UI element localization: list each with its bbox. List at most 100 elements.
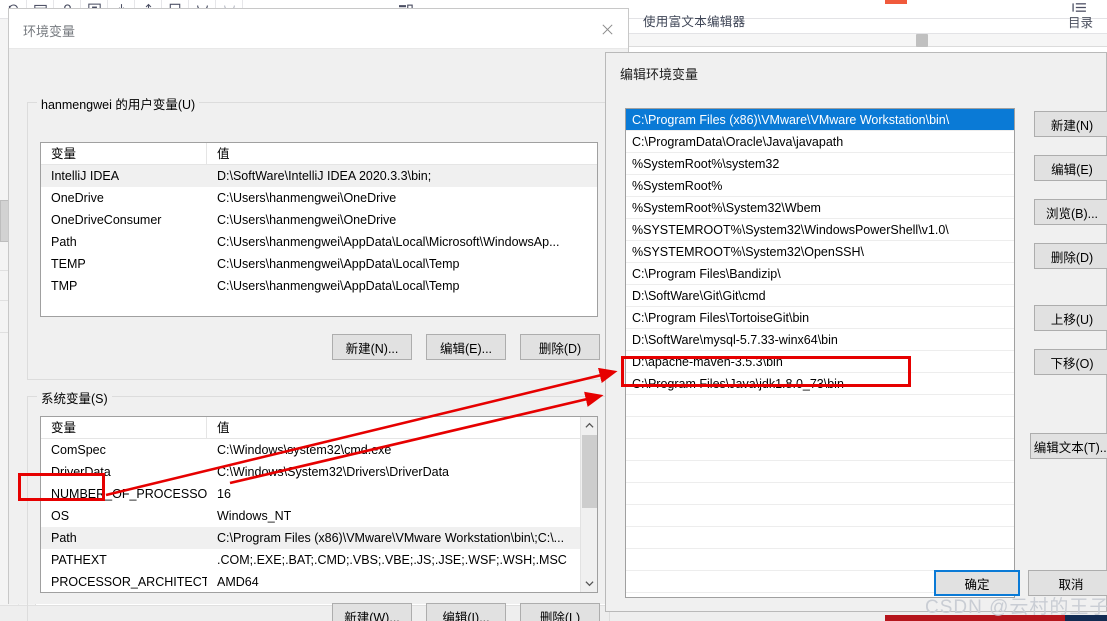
system-edit-button[interactable]: 编辑(I)...	[426, 603, 506, 621]
column-header-value[interactable]: 值	[207, 417, 230, 439]
dialog-body: hanmengwei 的用户变量(U) 变量 值 IntelliJ IDEA D:…	[9, 49, 628, 621]
delete-button[interactable]: 删除(D)	[1034, 243, 1107, 269]
variable-name-cell: NUMBER_OF_PROCESSORS	[51, 487, 207, 501]
variable-value-cell: C:\Users\hanmengwei\AppData\Local\Micros…	[217, 235, 560, 249]
variable-name-cell: TMP	[51, 279, 78, 293]
table-row[interactable]: IntelliJ IDEA D:\SoftWare\IntelliJ IDEA 2…	[41, 165, 597, 187]
list-item[interactable]: C:\Program Files\Java\jdk1.8.0_73\bin	[626, 373, 1014, 395]
list-item-empty[interactable]	[626, 505, 1014, 527]
user-variables-header: 变量 值	[41, 143, 597, 165]
move-down-button[interactable]: 下移(O)	[1034, 349, 1107, 375]
list-item[interactable]: %SystemRoot%\system32	[626, 153, 1014, 175]
column-header-name[interactable]: 变量	[41, 417, 207, 439]
variable-value-cell: C:\Windows\system32\cmd.exe	[217, 443, 392, 457]
variable-name-cell: Path	[51, 235, 77, 249]
list-item[interactable]: C:\Program Files (x86)\VMware\VMware Wor…	[626, 109, 1014, 131]
variable-value-cell: D:\SoftWare\IntelliJ IDEA 2020.3.3\bin;	[217, 169, 432, 183]
orange-accent-marker	[885, 0, 907, 4]
variable-value-cell: 16	[217, 487, 231, 501]
background-horizontal-scrollbar[interactable]	[600, 34, 1107, 47]
list-item[interactable]: C:\Program Files\Bandizip\	[626, 263, 1014, 285]
variable-name-cell: PATHEXT	[51, 553, 107, 567]
directory-label[interactable]: 目录	[1068, 12, 1093, 31]
system-delete-button[interactable]: 删除(L)	[520, 603, 600, 621]
list-item[interactable]: D:\SoftWare\mysql-5.7.33-winx64\bin	[626, 329, 1014, 351]
path-entries-list[interactable]: C:\Program Files (x86)\VMware\VMware Wor…	[625, 108, 1015, 598]
column-header-value[interactable]: 值	[207, 143, 230, 165]
variable-name-cell: TEMP	[51, 257, 86, 271]
variable-value-cell: C:\Windows\System32\Drivers\DriverData	[217, 465, 449, 479]
list-item[interactable]: %SystemRoot%	[626, 175, 1014, 197]
new-button[interactable]: 新建(N)	[1034, 111, 1107, 137]
list-item[interactable]: C:\ProgramData\Oracle\Java\javapath	[626, 131, 1014, 153]
list-item[interactable]: %SystemRoot%\System32\Wbem	[626, 197, 1014, 219]
system-variables-rows: ComSpec C:\Windows\system32\cmd.exe Driver…	[41, 439, 597, 592]
list-item-empty[interactable]	[626, 417, 1014, 439]
variable-value-cell: C:\Users\hanmengwei\AppData\Local\Temp	[217, 257, 460, 271]
dialog-titlebar: 环境变量	[9, 9, 628, 49]
screen: 使用富文本编辑器 目录 环境变量 hanmengwei 的用户变量(U) 变量 …	[0, 0, 1107, 621]
table-row[interactable]: TMP C:\Users\hanmengwei\AppData\Local\Tem…	[41, 275, 597, 297]
table-row[interactable]: Path C:\Program Files (x86)\VMware\VMware…	[41, 527, 597, 549]
scroll-up-icon[interactable]	[581, 417, 597, 434]
table-row[interactable]: PATHEXT .COM;.EXE;.BAT;.CMD;.VBS;.VBE;.JS…	[41, 549, 597, 571]
system-variables-list[interactable]: 变量 值 ComSpec C:\Windows\system32\cmd.exe D…	[40, 416, 598, 593]
table-row[interactable]: TEMP C:\Users\hanmengwei\AppData\Local\Te…	[41, 253, 597, 275]
list-item-empty[interactable]	[626, 461, 1014, 483]
watermark: CSDN @云村的王子	[925, 597, 1107, 618]
path-entries-rows: C:\Program Files (x86)\VMware\VMware Wor…	[626, 109, 1014, 593]
list-item[interactable]: %SYSTEMROOT%\System32\WindowsPowerShell\…	[626, 219, 1014, 241]
move-up-button[interactable]: 上移(U)	[1034, 305, 1107, 331]
table-row[interactable]: Path C:\Users\hanmengwei\AppData\Local\Mi…	[41, 231, 597, 253]
scrollbar-thumb[interactable]	[582, 435, 597, 508]
system-variables-group: 系统变量(S) 变量 值 ComSpec C:\Windows\system32\…	[27, 388, 610, 621]
system-variables-header: 变量 值	[41, 417, 597, 439]
edit-button[interactable]: 编辑(E)	[1034, 155, 1107, 181]
table-row[interactable]: OneDriveConsumer C:\Users\hanmengwei\OneD…	[41, 209, 597, 231]
table-row[interactable]: ComSpec C:\Windows\system32\cmd.exe	[41, 439, 597, 461]
close-icon[interactable]	[592, 17, 622, 41]
system-variables-scrollbar[interactable]	[580, 417, 597, 592]
rich-text-editor-label[interactable]: 使用富文本编辑器	[643, 11, 745, 30]
user-new-button[interactable]: 新建(N)...	[332, 334, 412, 360]
variable-value-cell: C:\Users\hanmengwei\OneDrive	[217, 191, 397, 205]
table-row[interactable]: NUMBER_OF_PROCESSORS 16	[41, 483, 597, 505]
variable-name-cell: DriverData	[51, 465, 111, 479]
variable-name-cell: ComSpec	[51, 443, 106, 457]
edit-text-button[interactable]: 编辑文本(T)...	[1030, 433, 1107, 459]
variable-value-cell: AMD64	[217, 575, 259, 589]
table-row[interactable]: PROCESSOR_ARCHITECT... AMD64	[41, 571, 597, 592]
variable-value-cell: C:\Program Files (x86)\VMware\VMware Wor…	[217, 531, 565, 545]
user-variables-group: hanmengwei 的用户变量(U) 变量 值 IntelliJ IDEA D:…	[27, 94, 610, 380]
browse-button[interactable]: 浏览(B)...	[1034, 199, 1107, 225]
scroll-down-icon[interactable]	[581, 575, 597, 592]
table-row[interactable]: OneDrive C:\Users\hanmengwei\OneDrive	[41, 187, 597, 209]
user-variables-list[interactable]: 变量 值 IntelliJ IDEA D:\SoftWare\IntelliJ I…	[40, 142, 598, 317]
user-variables-rows: IntelliJ IDEA D:\SoftWare\IntelliJ IDEA 2…	[41, 165, 597, 297]
variable-name-cell: PROCESSOR_ARCHITECT...	[51, 575, 207, 589]
list-item[interactable]: D:\SoftWare\Git\Git\cmd	[626, 285, 1014, 307]
variable-value-cell: C:\Users\hanmengwei\AppData\Local\Temp	[217, 279, 460, 293]
system-new-button[interactable]: 新建(W)...	[332, 603, 412, 621]
list-item[interactable]: C:\Program Files\TortoiseGit\bin	[626, 307, 1014, 329]
environment-variables-dialog: 环境变量 hanmengwei 的用户变量(U) 变量 值 IntelliJ I…	[8, 8, 629, 621]
variable-value-cell: Windows_NT	[217, 509, 292, 523]
column-header-name[interactable]: 变量	[41, 143, 207, 165]
edit-dialog-title: 编辑环境变量	[620, 67, 699, 82]
edit-environment-variable-dialog: 编辑环境变量 C:\Program Files (x86)\VMware\VMw…	[605, 52, 1107, 612]
list-item-empty[interactable]	[626, 395, 1014, 417]
user-delete-button[interactable]: 删除(D)	[520, 334, 600, 360]
table-row[interactable]: OS Windows_NT	[41, 505, 597, 527]
system-variables-legend: 系统变量(S)	[37, 388, 112, 407]
scrollbar-thumb[interactable]	[916, 34, 928, 47]
list-item-empty[interactable]	[626, 483, 1014, 505]
list-item[interactable]: D:\apache-maven-3.5.3\bin	[626, 351, 1014, 373]
list-item-empty[interactable]	[626, 439, 1014, 461]
table-row[interactable]: DriverData C:\Windows\System32\Drivers\Dr…	[41, 461, 597, 483]
list-item-empty[interactable]	[626, 527, 1014, 549]
user-edit-button[interactable]: 编辑(E)...	[426, 334, 506, 360]
list-item[interactable]: %SYSTEMROOT%\System32\OpenSSH\	[626, 241, 1014, 263]
variable-name-cell: OneDrive	[51, 191, 104, 205]
list-item-empty[interactable]	[626, 549, 1014, 571]
variable-name-cell: Path	[51, 531, 77, 545]
